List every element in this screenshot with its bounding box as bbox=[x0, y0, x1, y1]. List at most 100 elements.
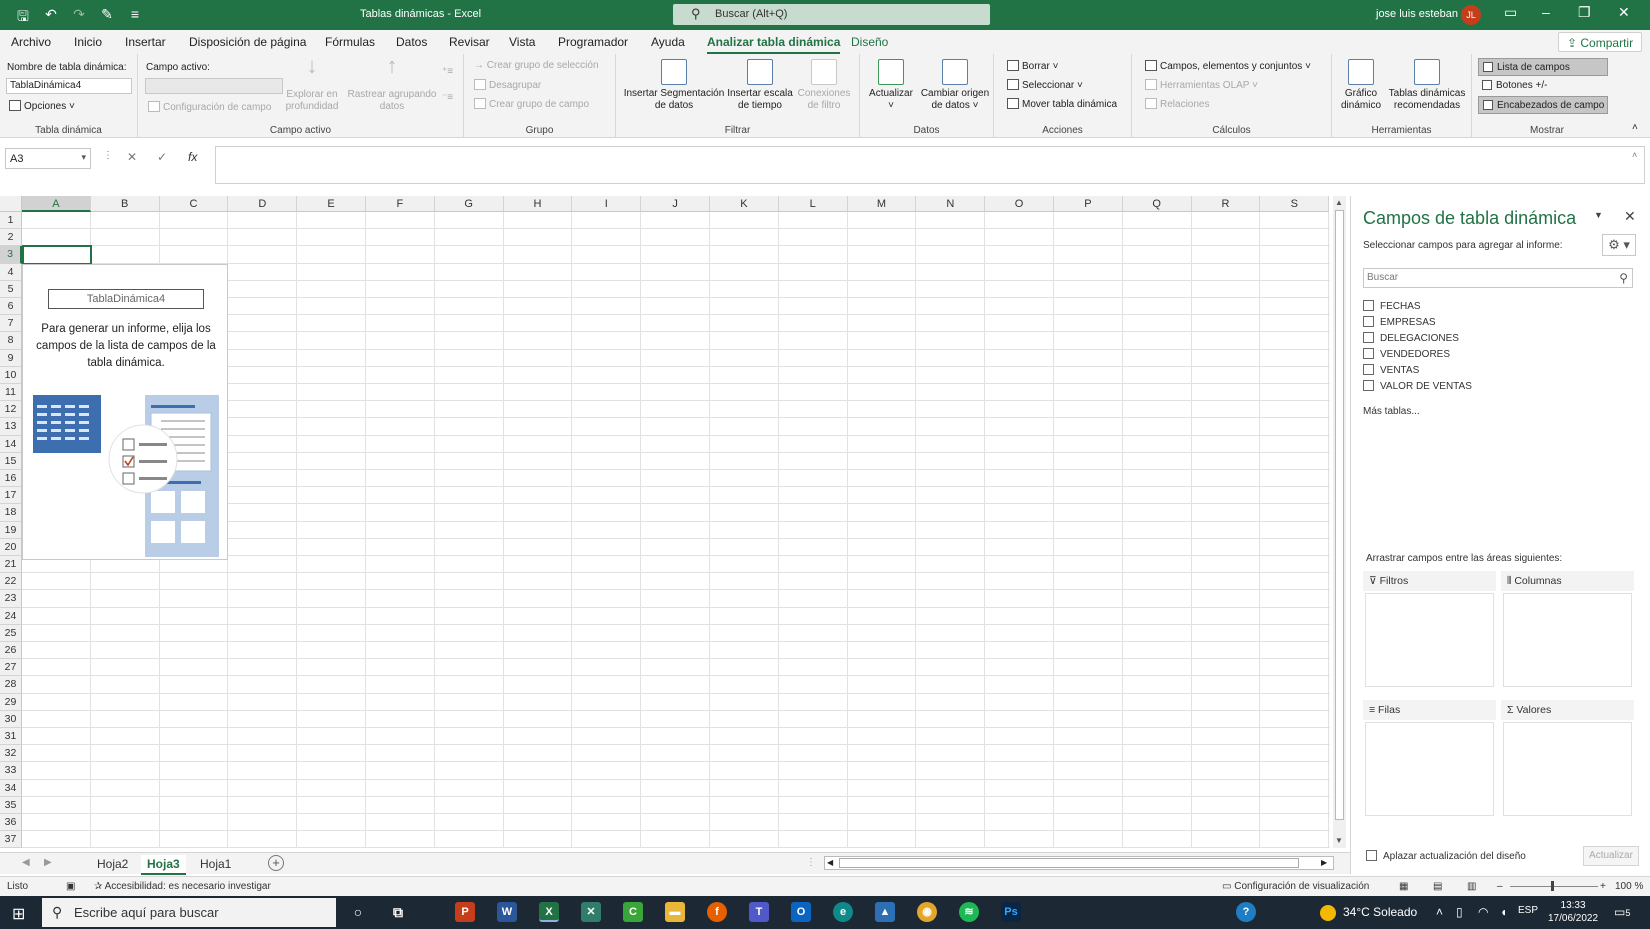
column-header[interactable]: L bbox=[778, 196, 848, 212]
row-header[interactable]: 13 bbox=[0, 418, 22, 436]
battery-icon[interactable]: ▯ bbox=[1456, 905, 1463, 919]
zoom-slider-thumb[interactable] bbox=[1551, 881, 1554, 891]
drill-down-button[interactable]: ↓ Explorar en profundidad bbox=[284, 55, 340, 113]
drill-up-button[interactable]: ↑ Rastrear agrupando datos bbox=[344, 55, 440, 113]
close-icon[interactable]: ✕ bbox=[1624, 208, 1636, 225]
file-explorer-icon[interactable]: ▬ bbox=[665, 902, 685, 922]
row-header[interactable]: 2 bbox=[0, 229, 22, 247]
row-header[interactable]: 30 bbox=[0, 710, 22, 728]
tab-vista[interactable]: Vista bbox=[509, 35, 535, 49]
fields-items-sets-button[interactable]: Campos, elementos y conjuntos ˅ bbox=[1145, 60, 1311, 72]
column-header[interactable]: F bbox=[366, 196, 435, 212]
row-header[interactable]: 16 bbox=[0, 470, 22, 488]
restore-icon[interactable]: ❐ bbox=[1578, 4, 1591, 21]
column-header[interactable]: P bbox=[1054, 196, 1123, 212]
tab-insertar[interactable]: Insertar bbox=[125, 35, 166, 49]
row-header[interactable]: 8 bbox=[0, 332, 22, 350]
scroll-right-icon[interactable]: ▶ bbox=[1321, 858, 1327, 867]
row-header[interactable]: 18 bbox=[0, 504, 22, 522]
expand-field-icon[interactable]: ⁺≡ bbox=[442, 66, 453, 77]
row-header[interactable]: 10 bbox=[0, 366, 22, 384]
excel-icon[interactable]: X bbox=[539, 902, 559, 922]
firefox-icon[interactable]: f bbox=[707, 902, 727, 922]
area-drop-zone[interactable] bbox=[1365, 593, 1494, 687]
column-header[interactable]: R bbox=[1191, 196, 1261, 212]
row-header[interactable]: 25 bbox=[0, 624, 22, 642]
row-header[interactable]: 17 bbox=[0, 487, 22, 505]
cortana-icon[interactable]: ○ bbox=[348, 902, 368, 922]
recommended-pivots-button[interactable]: Tablas dinámicas recomendadas bbox=[1386, 59, 1468, 112]
wifi-icon[interactable]: ◠ bbox=[1478, 905, 1488, 919]
row-header[interactable]: 11 bbox=[0, 384, 22, 402]
collapse-field-icon[interactable]: ⁻≡ bbox=[442, 92, 453, 103]
zoom-in-icon[interactable]: + bbox=[1600, 881, 1606, 892]
row-header[interactable]: 22 bbox=[0, 573, 22, 591]
add-sheet-button[interactable]: + bbox=[268, 855, 284, 871]
row-header[interactable]: 15 bbox=[0, 452, 22, 470]
column-header[interactable]: K bbox=[710, 196, 779, 212]
row-header[interactable]: 3 bbox=[0, 246, 22, 264]
redo-icon[interactable]: ↷ bbox=[70, 6, 88, 30]
update-button[interactable]: Actualizar bbox=[1583, 846, 1639, 866]
macro-record-icon[interactable]: ▣ bbox=[66, 881, 75, 892]
sheet-prev-icon[interactable]: ◀ bbox=[22, 857, 30, 868]
insert-timeline-button[interactable]: Insertar escala de tiempo bbox=[726, 59, 794, 112]
scroll-thumb[interactable] bbox=[839, 858, 1299, 868]
accessibility-status[interactable]: ✰ Accesibilidad: es necesario investigar bbox=[94, 881, 271, 892]
collapse-ribbon-icon[interactable]: ˄ bbox=[1632, 122, 1638, 133]
column-header[interactable]: C bbox=[159, 196, 229, 212]
task-view-icon[interactable]: ⧉ bbox=[388, 902, 408, 922]
active-field-input[interactable] bbox=[145, 78, 283, 94]
column-header[interactable]: E bbox=[297, 196, 366, 212]
zoom-out-icon[interactable]: – bbox=[1497, 881, 1503, 892]
column-header[interactable]: H bbox=[503, 196, 573, 212]
column-header[interactable]: S bbox=[1260, 196, 1330, 212]
row-header[interactable]: 29 bbox=[0, 693, 22, 711]
field-headers-toggle[interactable]: Encabezados de campo bbox=[1478, 96, 1608, 114]
expand-formula-icon[interactable]: ˄ bbox=[1632, 150, 1637, 160]
insert-slicer-button[interactable]: Insertar Segmentación de datos bbox=[622, 59, 726, 112]
pane-menu-icon[interactable]: ▼ bbox=[1594, 210, 1603, 220]
change-source-button[interactable]: Cambiar origen de datos ˅ bbox=[918, 59, 992, 112]
row-header[interactable]: 12 bbox=[0, 401, 22, 419]
pivot-name-input[interactable]: TablaDinámica4 bbox=[6, 78, 132, 94]
field-list-toggle[interactable]: Lista de campos bbox=[1478, 58, 1608, 76]
minimize-icon[interactable]: – bbox=[1542, 4, 1550, 20]
column-header[interactable]: D bbox=[228, 196, 298, 212]
row-header[interactable]: 9 bbox=[0, 349, 22, 367]
area-valores[interactable]: Σ Valores bbox=[1501, 700, 1634, 818]
insert-function-icon[interactable]: fx bbox=[188, 150, 197, 164]
horizontal-scrollbar[interactable]: ◀ ▶ bbox=[824, 856, 1334, 870]
taskbar-search[interactable]: ⚲ Escribe aquí para buscar bbox=[42, 898, 336, 927]
field-item-valor-ventas[interactable]: VALOR DE VENTAS bbox=[1363, 380, 1472, 392]
checkbox[interactable] bbox=[1363, 300, 1374, 311]
column-header[interactable]: Q bbox=[1122, 196, 1192, 212]
checkbox[interactable] bbox=[1363, 380, 1374, 391]
scroll-up-icon[interactable]: ▲ bbox=[1335, 198, 1343, 207]
row-header[interactable]: 19 bbox=[0, 521, 22, 539]
defer-update-option[interactable]: Aplazar actualización del diseño bbox=[1366, 850, 1526, 862]
more-tables-link[interactable]: Más tablas... bbox=[1363, 406, 1420, 417]
area-drop-zone[interactable] bbox=[1365, 722, 1494, 816]
row-header[interactable]: 34 bbox=[0, 779, 22, 797]
tab-diseno[interactable]: Diseño bbox=[851, 35, 888, 49]
chrome-icon[interactable]: ◉ bbox=[917, 902, 937, 922]
sheet-tab-hoja3[interactable]: Hoja3 bbox=[141, 855, 186, 875]
formula-input[interactable] bbox=[215, 146, 1645, 184]
edge-icon[interactable]: e bbox=[833, 902, 853, 922]
field-item-empresas[interactable]: EMPRESAS bbox=[1363, 316, 1436, 328]
word-icon[interactable]: W bbox=[497, 902, 517, 922]
row-header[interactable]: 20 bbox=[0, 538, 22, 556]
row-header[interactable]: 1 bbox=[0, 212, 22, 230]
normal-view-icon[interactable]: ▦ bbox=[1399, 881, 1408, 892]
sun-icon[interactable] bbox=[1320, 905, 1336, 921]
tab-revisar[interactable]: Revisar bbox=[449, 35, 490, 49]
sheet-tab-hoja2[interactable]: Hoja2 bbox=[91, 855, 134, 873]
language-indicator[interactable]: ESP bbox=[1518, 905, 1538, 916]
clock[interactable]: 13:33 17/06/2022 bbox=[1548, 899, 1598, 925]
camtasia-icon[interactable]: C bbox=[623, 902, 643, 922]
selected-cell[interactable] bbox=[22, 245, 92, 265]
column-header[interactable]: G bbox=[434, 196, 504, 212]
field-search-input[interactable]: Buscar ⚲ bbox=[1363, 268, 1633, 288]
scroll-thumb[interactable] bbox=[1335, 210, 1344, 820]
